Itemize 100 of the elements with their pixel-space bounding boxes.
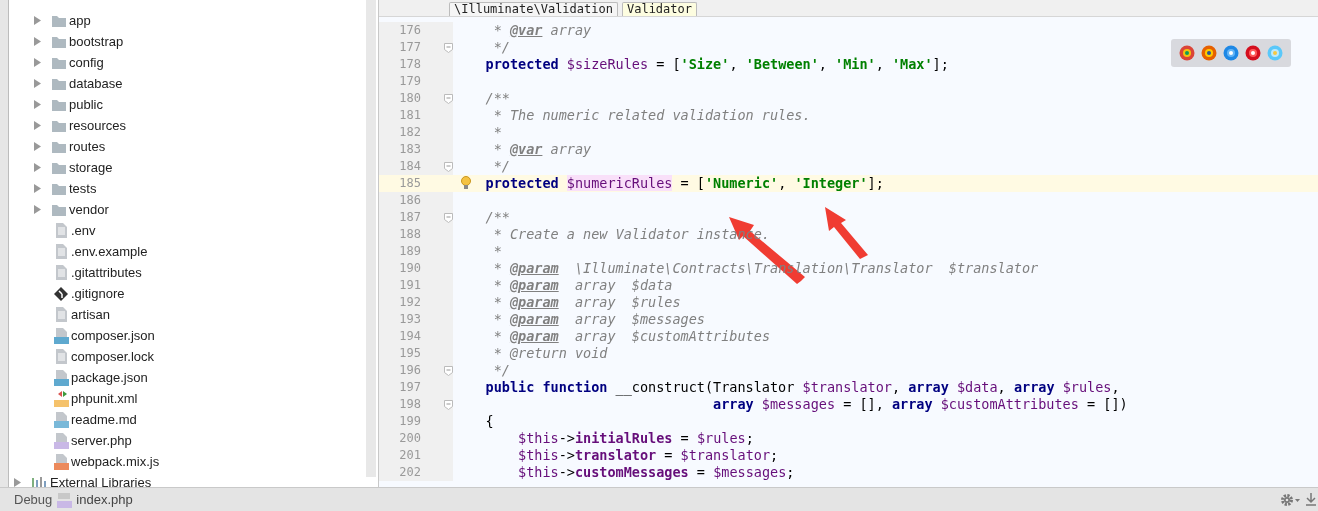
line-number: 187 [379, 209, 453, 226]
line-number: 193 [379, 311, 453, 328]
fold-icon[interactable] [443, 399, 453, 410]
annotation-arrow [825, 207, 868, 259]
line-number: 202 [379, 464, 453, 481]
file-name[interactable]: phpunit.xml [71, 390, 138, 407]
code-line: * @param array $customAttributes [492, 328, 770, 344]
line-number: 191 [379, 277, 453, 294]
code-line: */ [492, 362, 510, 378]
diamond-file-icon [53, 285, 69, 302]
code-line: * @return void [492, 345, 608, 361]
folder-icon [51, 160, 67, 175]
line-number: 200 [379, 430, 453, 447]
code-line: * @var array [492, 22, 592, 38]
fold-icon[interactable] [443, 42, 453, 53]
xml-file-icon [53, 390, 69, 407]
text-file-icon [53, 222, 69, 239]
tree-item[interactable]: External Libraries [50, 474, 152, 491]
debug-label[interactable]: Debug [14, 492, 53, 507]
folder-icon [51, 139, 67, 154]
file-name[interactable]: composer.json [71, 327, 155, 344]
js-file-icon [53, 453, 69, 470]
browser-icon[interactable] [1223, 45, 1239, 61]
code-line: $this->translator = $translator; [517, 447, 779, 463]
browser-icon[interactable] [1201, 45, 1217, 61]
file-name[interactable]: artisan [71, 306, 111, 323]
line-number: 190 [379, 260, 453, 277]
code-line: * [492, 243, 502, 259]
code-line: * @param array $data [492, 277, 673, 293]
text-file-icon [53, 306, 69, 323]
line-number: 180 [379, 90, 453, 107]
folder-name[interactable]: config [69, 54, 104, 71]
line-number: 197 [379, 379, 453, 396]
text-file-icon [53, 348, 69, 365]
line-number: 199 [379, 413, 453, 430]
folder-name[interactable]: tests [69, 180, 97, 197]
breadcrumb[interactable]: Validator [621, 2, 697, 16]
code-line: * @param array $messages [492, 311, 705, 327]
line-number: 189 [379, 243, 453, 260]
code-line: */ [492, 39, 510, 55]
file-name[interactable]: .env.example [71, 243, 148, 260]
php-file-icon [53, 432, 69, 449]
line-number: 182 [379, 124, 453, 141]
code-line: * The numeric related validation rules. [492, 107, 811, 123]
file-name[interactable]: server.php [71, 432, 132, 449]
file-name[interactable]: webpack.mix.js [71, 453, 160, 470]
folder-name[interactable]: bootstrap [69, 33, 124, 50]
code-line: protected $numericRules = ['Numeric', 'Integer']; [484, 175, 884, 191]
code-line: { [484, 413, 494, 429]
file-name[interactable]: .gitignore [71, 285, 125, 302]
line-number: 184 [379, 158, 453, 175]
lightbulb-icon[interactable] [461, 176, 471, 190]
folder-name[interactable]: app [69, 12, 91, 29]
code-line: array $messages = [], array $customAttributes = []) [712, 396, 1128, 412]
code-line: public function __construct(Translator $translator, array $data, array $rules, [484, 379, 1120, 395]
fold-icon[interactable] [443, 365, 453, 376]
code-line: * @param array $rules [492, 294, 681, 310]
settings-icon[interactable] [1280, 492, 1302, 507]
folder-name[interactable]: storage [69, 159, 113, 176]
folder-icon [51, 13, 67, 28]
line-number: 198 [379, 396, 453, 413]
line-number: 177 [379, 39, 453, 56]
browser-icon[interactable] [1179, 45, 1195, 61]
folder-icon [51, 181, 67, 196]
folder-name[interactable]: public [69, 96, 103, 113]
folder-icon [51, 202, 67, 217]
code-line: /** [484, 209, 510, 225]
file-name[interactable]: readme.md [71, 411, 137, 428]
line-number: 186 [379, 192, 453, 209]
folder-name[interactable]: database [69, 75, 123, 92]
file-name[interactable]: .env [71, 222, 96, 239]
folder-icon [51, 34, 67, 49]
line-number: 192 [379, 294, 453, 311]
line-number: 201 [379, 447, 453, 464]
file-name[interactable]: index.php [76, 492, 133, 507]
line-number: 196 [379, 362, 453, 379]
markdown-file-icon [53, 411, 69, 428]
code-line: * [492, 124, 502, 140]
breadcrumb[interactable]: \Illuminate\Validation [449, 2, 618, 16]
file-name[interactable]: .gitattributes [71, 264, 142, 281]
fold-icon[interactable] [443, 161, 453, 172]
folder-icon [51, 55, 67, 70]
php-file-icon [56, 491, 73, 508]
fold-icon[interactable] [443, 93, 453, 104]
line-number: 183 [379, 141, 453, 158]
text-file-icon [53, 264, 69, 281]
file-name[interactable]: composer.lock [71, 348, 155, 365]
line-number: 178 [379, 56, 453, 73]
fold-icon[interactable] [443, 212, 453, 223]
folder-name[interactable]: routes [69, 138, 106, 155]
line-number: 188 [379, 226, 453, 243]
folder-name[interactable]: vendor [69, 201, 109, 218]
download-icon[interactable] [1306, 492, 1316, 507]
code-line: $this->initialRules = $rules; [517, 430, 754, 446]
browser-icon[interactable] [1245, 45, 1261, 61]
json-file-icon [53, 327, 69, 344]
folder-name[interactable]: resources [69, 117, 127, 134]
json-file-icon [53, 369, 69, 386]
line-number: 179 [379, 73, 453, 90]
file-name[interactable]: package.json [71, 369, 148, 386]
